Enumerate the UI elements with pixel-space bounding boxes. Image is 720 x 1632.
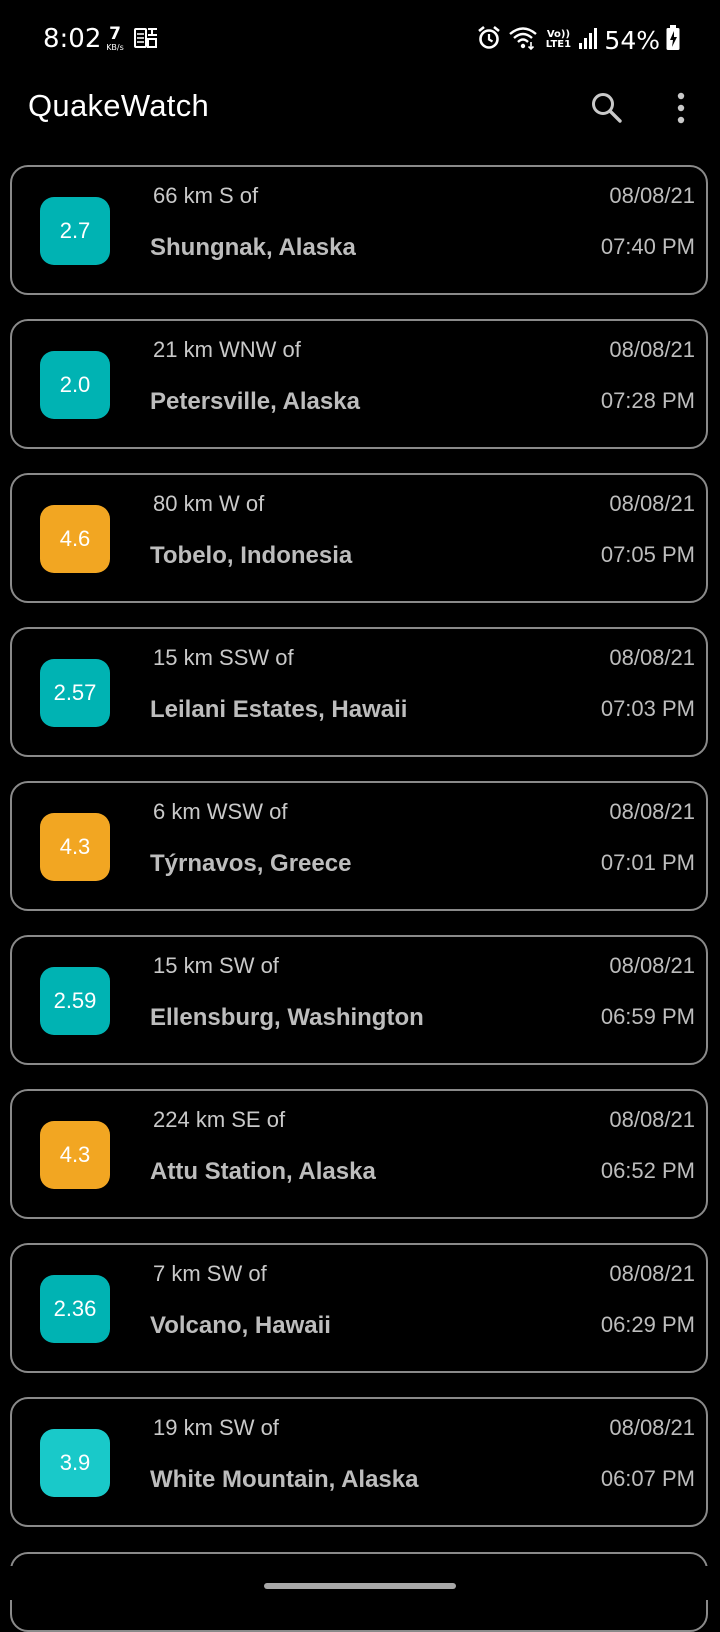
quake-date: 08/08/21	[609, 799, 695, 824]
location-offset: 6 km WSW of	[153, 799, 288, 824]
magnitude-badge: 2.57	[40, 659, 110, 727]
quake-date: 08/08/21	[609, 491, 695, 516]
magnitude-badge: 2.7	[40, 197, 110, 265]
quake-card[interactable]: 2.7 66 km S of Shungnak, Alaska 08/08/21…	[10, 165, 708, 295]
magnitude-badge: 3.9	[40, 1429, 110, 1497]
quake-date: 08/08/21	[609, 1261, 695, 1286]
quake-time: 06:07 PM	[600, 1466, 695, 1491]
quake-time: 07:05 PM	[600, 542, 695, 567]
magnitude-badge: 2.36	[40, 1275, 110, 1343]
quake-time: 07:03 PM	[600, 696, 695, 721]
primary-location: Tobelo, Indonesia	[150, 542, 353, 569]
quake-time: 07:01 PM	[600, 850, 695, 875]
quake-card[interactable]: 4.6 80 km W of Tobelo, Indonesia 08/08/2…	[10, 473, 708, 603]
quake-time: 07:40 PM	[600, 234, 695, 259]
magnitude-badge: 4.3	[40, 813, 110, 881]
quake-time: 07:28 PM	[600, 388, 695, 413]
quake-card[interactable]: 2.0 21 km WNW of Petersville, Alaska 08/…	[10, 319, 708, 449]
quake-date: 08/08/21	[609, 953, 695, 978]
location-offset: 80 km W of	[153, 491, 265, 516]
quake-date: 08/08/21	[609, 337, 695, 362]
quake-date: 08/08/21	[609, 645, 695, 670]
quake-time: 06:52 PM	[600, 1158, 695, 1183]
quake-time: 06:29 PM	[600, 1312, 695, 1337]
location-offset: 66 km S of	[153, 183, 259, 208]
quake-card[interactable]: 4.3 224 km SE of Attu Station, Alaska 08…	[10, 1089, 708, 1219]
magnitude-badge: 4.3	[40, 1121, 110, 1189]
quake-card[interactable]: 4.3 6 km WSW of Týrnavos, Greece 08/08/2…	[10, 781, 708, 911]
primary-location: Attu Station, Alaska	[150, 1158, 376, 1185]
location-offset: 7 km SW of	[153, 1261, 267, 1286]
quake-date: 08/08/21	[609, 1415, 695, 1440]
quake-card[interactable]: 2.59 15 km SW of Ellensburg, Washington …	[10, 935, 708, 1065]
quake-date: 08/08/21	[609, 183, 695, 208]
quake-date: 08/08/21	[609, 1107, 695, 1132]
primary-location: Volcano, Hawaii	[150, 1312, 331, 1339]
quake-card[interactable]: 2.36 7 km SW of Volcano, Hawaii 08/08/21…	[10, 1243, 708, 1373]
primary-location: Leilani Estates, Hawaii	[150, 696, 408, 723]
location-offset: 19 km SW of	[153, 1415, 279, 1440]
quake-time: 06:59 PM	[600, 1004, 695, 1029]
location-offset: 15 km SW of	[153, 953, 279, 978]
gesture-handle[interactable]	[264, 1583, 456, 1589]
magnitude-badge: 2.0	[40, 351, 110, 419]
location-offset: 224 km SE of	[153, 1107, 286, 1132]
magnitude-badge: 4.6	[40, 505, 110, 573]
primary-location: Petersville, Alaska	[150, 388, 360, 415]
quake-card[interactable]: 3.9 19 km SW of White Mountain, Alaska 0…	[10, 1397, 708, 1527]
quake-card[interactable]: 2.57 15 km SSW of Leilani Estates, Hawai…	[10, 627, 708, 757]
primary-location: Ellensburg, Washington	[150, 1004, 424, 1031]
quake-list: 2.7 66 km S of Shungnak, Alaska 08/08/21…	[0, 0, 720, 1632]
primary-location: Týrnavos, Greece	[150, 850, 352, 877]
magnitude-badge: 2.59	[40, 967, 110, 1035]
primary-location: White Mountain, Alaska	[150, 1466, 419, 1493]
primary-location: Shungnak, Alaska	[150, 234, 356, 261]
location-offset: 15 km SSW of	[153, 645, 294, 670]
location-offset: 21 km WNW of	[153, 337, 301, 362]
